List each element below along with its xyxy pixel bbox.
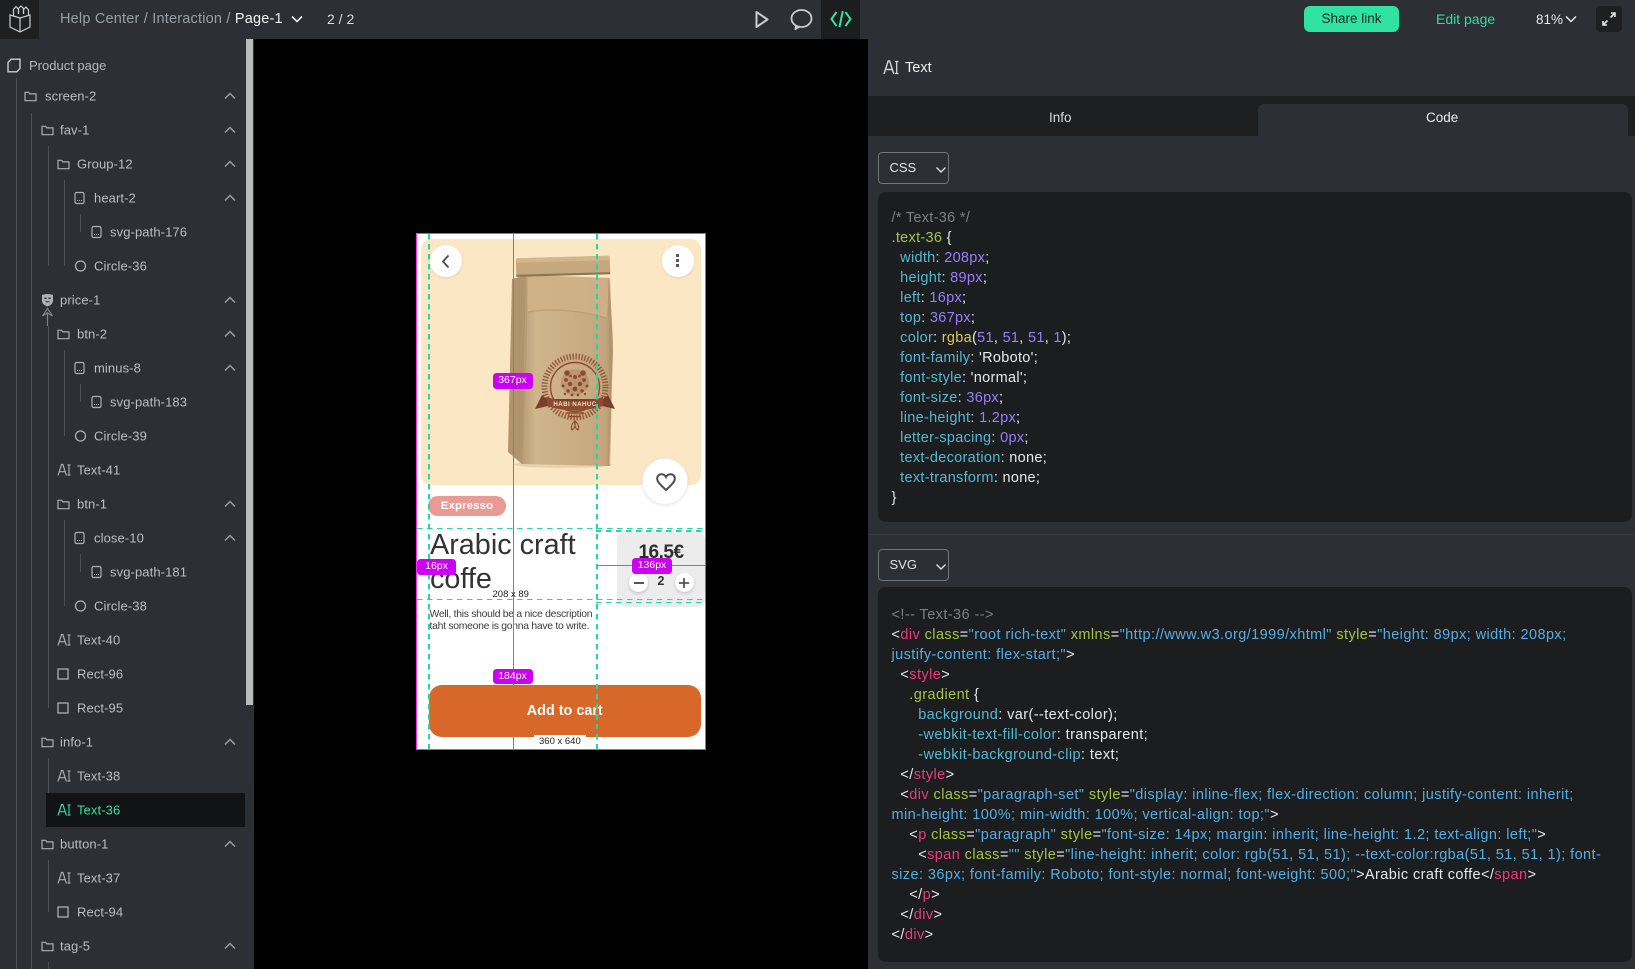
svg-text:HABI NAHUC: HABI NAHUC <box>553 401 596 408</box>
